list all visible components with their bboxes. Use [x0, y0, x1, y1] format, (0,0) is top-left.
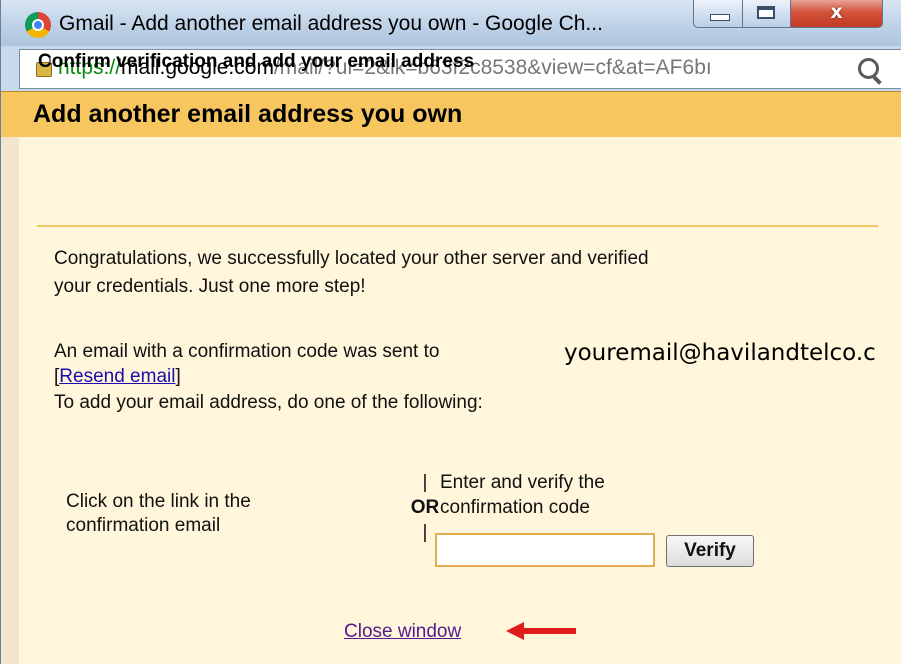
search-icon[interactable]: [858, 58, 879, 79]
close-icon: x: [830, 1, 843, 23]
maximize-button[interactable]: [743, 0, 791, 28]
option-code-line2: confirmation code: [440, 497, 590, 518]
section-divider: [37, 225, 878, 227]
email-address: youremail@havilandtelco.c: [564, 340, 876, 366]
chrome-icon: [25, 12, 51, 38]
verify-button[interactable]: Verify: [666, 535, 754, 567]
option-code-text: Enter and verify the confirmation code: [440, 470, 605, 520]
congrats-text-line1: Congratulations, we successfully located…: [54, 248, 649, 269]
sent-to-text: An email with a confirmation code was se…: [54, 341, 440, 362]
annotation-arrow: [506, 622, 576, 640]
resend-close-bracket: ]: [175, 366, 181, 387]
close-window-link[interactable]: Close window: [344, 621, 461, 643]
separator-bar-top: |: [422, 472, 428, 493]
confirmation-code-input[interactable]: [435, 533, 655, 567]
dialog-header: Add another email address you own: [1, 91, 901, 137]
option-link-line1: Click on the link in the: [66, 491, 251, 512]
window-controls: x: [693, 0, 883, 28]
arrow-shape: [506, 622, 576, 640]
dialog-title: Add another email address you own: [33, 100, 463, 128]
window-title: Gmail - Add another email address you ow…: [59, 12, 603, 35]
minimize-icon: [710, 14, 730, 21]
title-bar[interactable]: Gmail - Add another email address you ow…: [1, 0, 901, 46]
resend-email-link[interactable]: Resend email: [59, 366, 175, 387]
maximize-icon: [757, 6, 775, 19]
browser-window: Gmail - Add another email address you ow…: [0, 0, 901, 664]
or-label: OR: [410, 497, 440, 518]
minimize-button[interactable]: [693, 0, 743, 28]
option-link-line2: confirmation email: [66, 515, 221, 536]
option-code-line1: Enter and verify the: [440, 472, 605, 493]
instructions-text: To add your email address, do one of the…: [54, 392, 483, 413]
congrats-text-line2: your credentials. Just one more step!: [54, 276, 366, 297]
option-link-text: Click on the link in the confirmation em…: [66, 490, 251, 538]
section-subtitle: Confirm verification and add your email …: [38, 51, 475, 72]
close-window-button[interactable]: x: [791, 0, 883, 28]
resend-row: [Resend email]: [54, 366, 181, 388]
